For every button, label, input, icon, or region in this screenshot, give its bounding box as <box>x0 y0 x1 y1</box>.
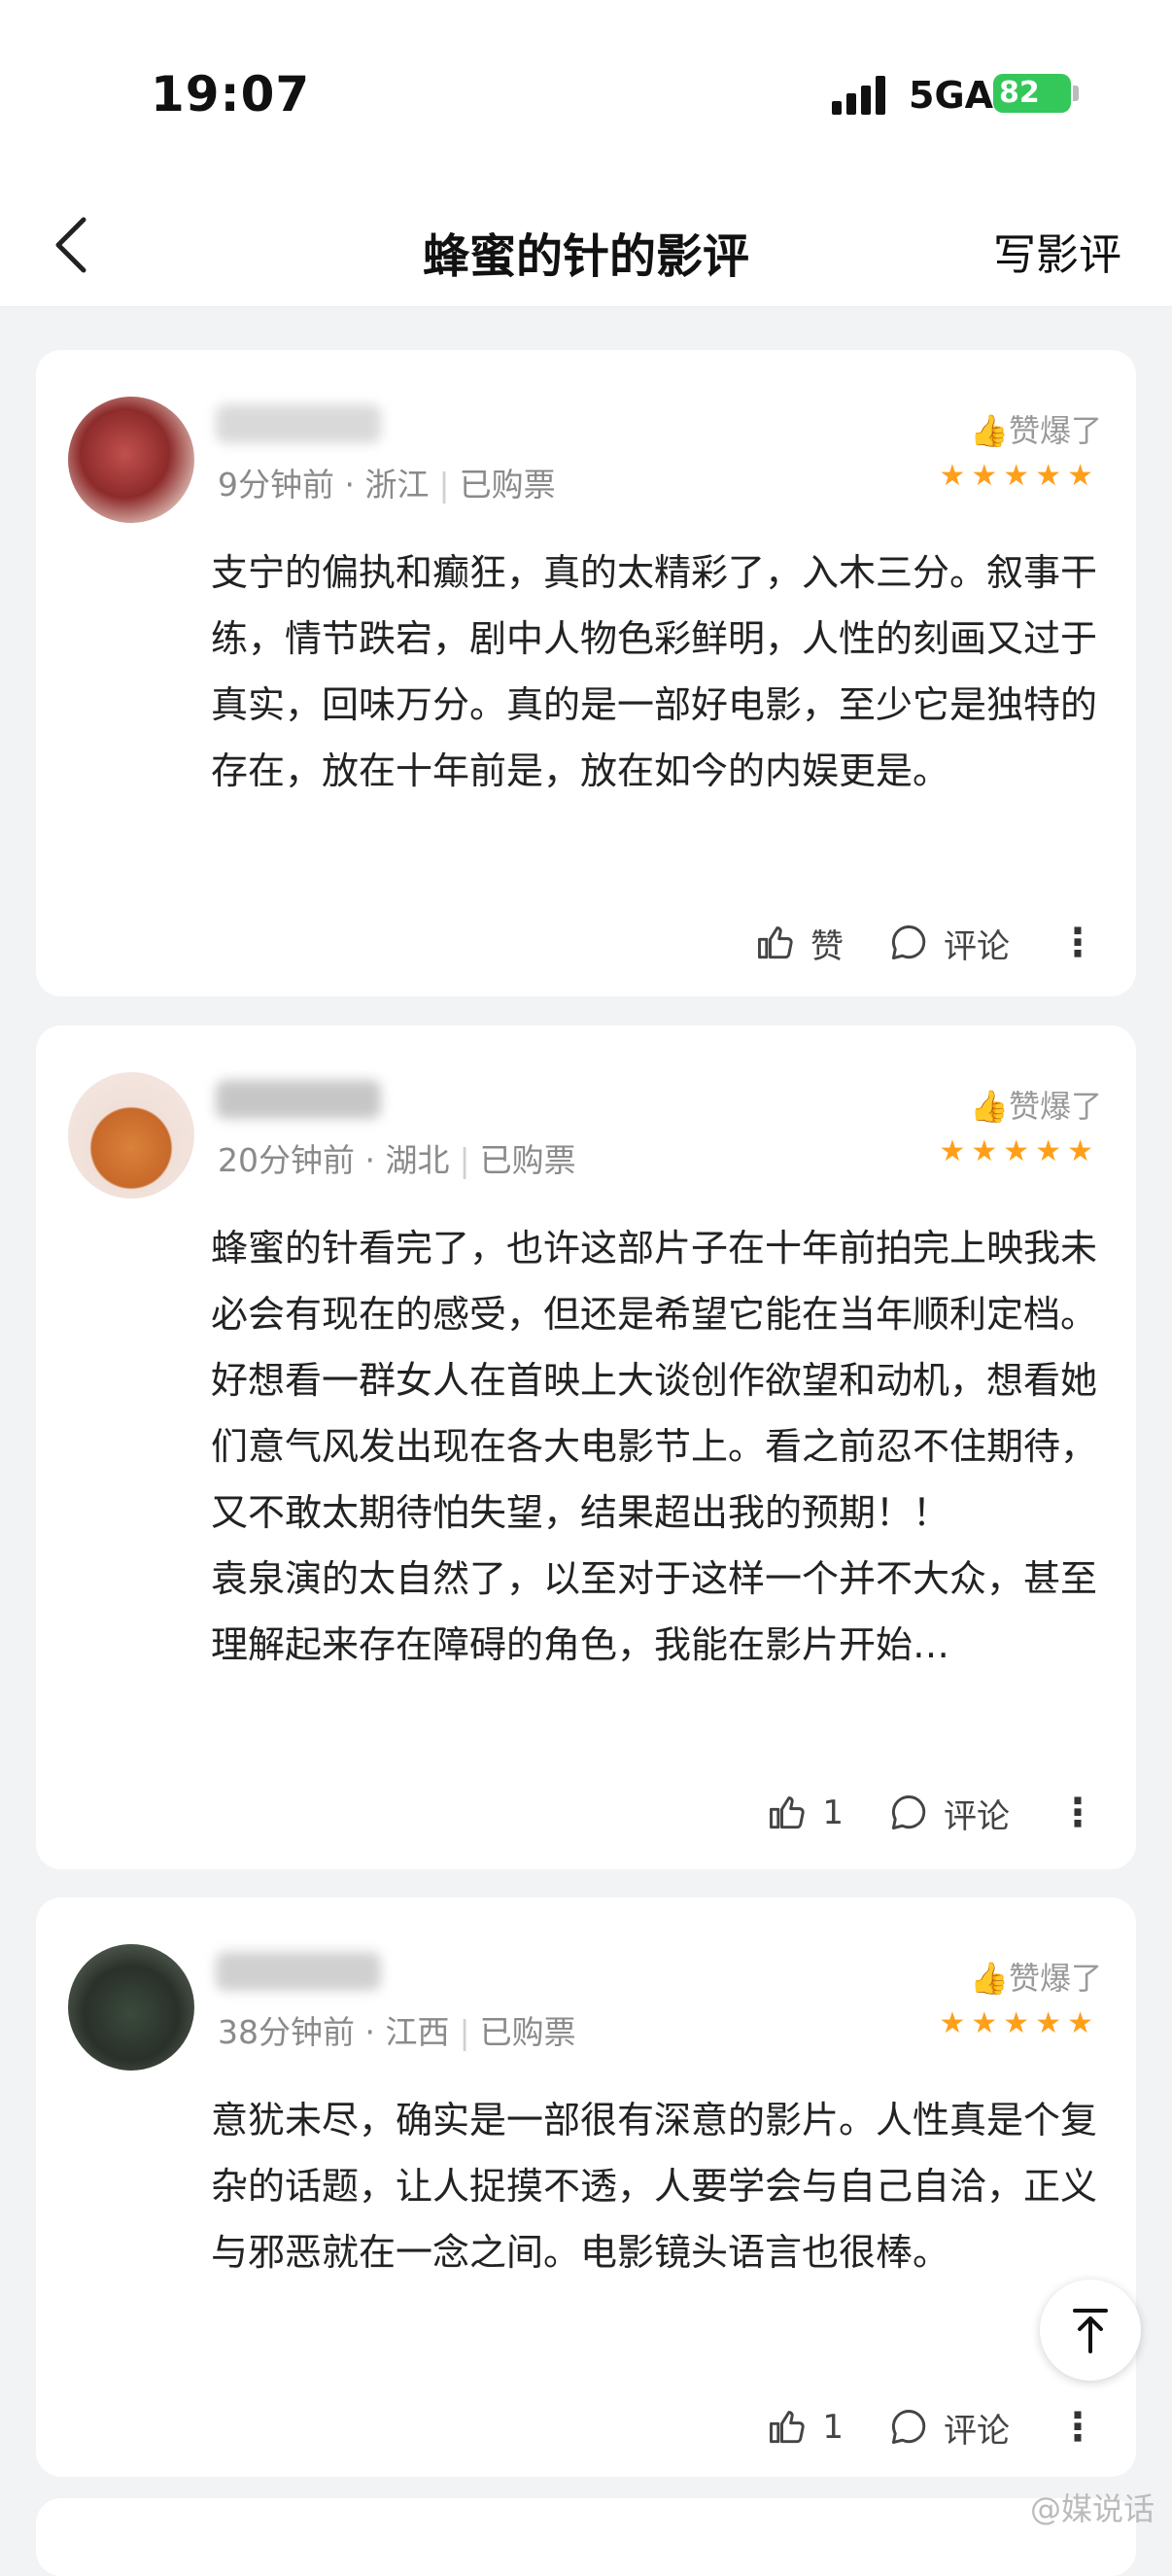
review-location: 江西 <box>385 2013 450 2051</box>
praise-badge: 👍赞爆了 <box>970 406 1102 451</box>
review-card: 9分钟前 · 浙江 | 已购票 👍赞爆了 ★★★★★ 支宁的偏执和癫狂，真的太精彩了… <box>36 350 1136 996</box>
more-icon[interactable]: ⋮ <box>1058 1793 1097 1832</box>
like-button[interactable]: 1 <box>766 1792 844 1834</box>
thumbs-up-icon: 👍 <box>970 1960 1009 1997</box>
comment-icon <box>891 2410 926 2445</box>
battery-level: 82 <box>999 76 1040 110</box>
review-location: 湖北 <box>385 1141 450 1179</box>
ticket-status: 已购票 <box>479 1141 576 1179</box>
review-card: 38分钟前 · 江西 | 已购票 👍赞爆了 ★★★★★ 意犹未尽，确实是一部很有深意… <box>36 1897 1136 2477</box>
praise-badge: 👍赞爆了 <box>970 1954 1102 1999</box>
battery-icon: 82 <box>993 74 1071 113</box>
status-bar: 19:07 5GA 82 <box>0 0 1172 185</box>
praise-label: 赞爆了 <box>1008 412 1102 449</box>
review-actions: 赞 评论 ⋮ <box>710 914 1097 972</box>
username-blurred[interactable] <box>216 1080 381 1119</box>
review-text-continued: 袁泉演的太自然了，以至对于这样一个并不大众，甚至理解起来存在障碍的角色，我能在影… <box>211 1557 1098 1666</box>
review-time: 38分钟前 <box>218 2013 355 2051</box>
write-review-button[interactable]: 写影评 <box>993 220 1121 282</box>
review-content[interactable]: 意犹未尽，确实是一部很有深意的影片。人性真是个复杂的话题，让人捉摸不透，人要学会… <box>211 2087 1105 2285</box>
review-content[interactable]: 支宁的偏执和癫狂，真的太精彩了，入木三分。叙事干练，情节跌宕，剧中人物色彩鲜明，… <box>211 540 1105 804</box>
watermark: @媒说话 <box>1029 2490 1155 2527</box>
arrow-up-icon <box>1073 2309 1108 2353</box>
more-icon[interactable]: ⋮ <box>1058 923 1097 962</box>
avatar[interactable] <box>68 1944 194 2071</box>
comment-button[interactable]: 评论 <box>887 2404 1010 2452</box>
review-card-partial <box>36 2498 1136 2576</box>
username-blurred[interactable] <box>216 404 381 443</box>
review-meta: 9分钟前 · 浙江 | 已购票 <box>218 466 556 504</box>
thumbs-up-icon: 👍 <box>970 412 1009 449</box>
review-content[interactable]: 蜂蜜的针看完了，也许这部片子在十年前拍完上映我未必会有现在的感受，但还是希望它能… <box>211 1215 1105 1678</box>
like-count: 1 <box>822 1793 844 1832</box>
comment-button[interactable]: 评论 <box>887 920 1010 967</box>
review-card: 20分钟前 · 湖北 | 已购票 👍赞爆了 ★★★★★ 蜂蜜的针看完了，也许这部片子… <box>36 1026 1136 1869</box>
scroll-top-button[interactable] <box>1040 2280 1141 2381</box>
thumbs-up-icon: 👍 <box>970 1088 1009 1125</box>
like-label: 赞 <box>810 926 844 966</box>
thumbs-up-icon <box>770 2411 805 2444</box>
praise-label: 赞爆了 <box>1008 1960 1102 1997</box>
review-meta: 20分钟前 · 湖北 | 已购票 <box>218 1141 576 1179</box>
comment-button[interactable]: 评论 <box>887 1790 1010 1837</box>
review-actions: 1 评论 ⋮ <box>722 1784 1097 1842</box>
rating-stars: ★★★★★ <box>939 1134 1099 1168</box>
status-time: 19:07 <box>151 66 311 122</box>
like-count: 1 <box>822 2408 844 2447</box>
thumbs-up-icon <box>770 1796 805 1829</box>
review-actions: 1 评论 ⋮ <box>722 2398 1097 2456</box>
rating-stars: ★★★★★ <box>939 2006 1099 2040</box>
battery-tip <box>1073 86 1079 101</box>
nav-bar: 蜂蜜的针的影评 写影评 <box>0 185 1172 307</box>
review-text: 支宁的偏执和癫狂，真的太精彩了，入木三分。叙事干练，情节跌宕，剧中人物色彩鲜明，… <box>211 551 1098 792</box>
comment-label: 评论 <box>944 1796 1010 1836</box>
review-meta: 38分钟前 · 江西 | 已购票 <box>218 2013 576 2051</box>
signal-icon <box>832 76 890 115</box>
comment-label: 评论 <box>944 926 1010 966</box>
thumbs-up-icon <box>758 926 793 959</box>
rating-stars: ★★★★★ <box>939 459 1099 493</box>
avatar[interactable] <box>68 1072 194 1199</box>
praise-label: 赞爆了 <box>1008 1088 1102 1125</box>
review-text: 蜂蜜的针看完了，也许这部片子在十年前拍完上映我未必会有现在的感受，但还是希望它能… <box>211 1227 1098 1534</box>
ticket-status: 已购票 <box>459 466 556 504</box>
more-icon[interactable]: ⋮ <box>1058 2408 1097 2447</box>
like-button[interactable]: 赞 <box>754 920 844 967</box>
username-blurred[interactable] <box>216 1952 381 1991</box>
comment-label: 评论 <box>944 2411 1010 2451</box>
comment-icon <box>891 1795 926 1830</box>
avatar[interactable] <box>68 397 194 523</box>
network-label: 5GA <box>909 74 994 117</box>
praise-badge: 👍赞爆了 <box>970 1082 1102 1127</box>
review-text: 意犹未尽，确实是一部很有深意的影片。人性真是个复杂的话题，让人捉摸不透，人要学会… <box>211 2099 1098 2274</box>
ticket-status: 已购票 <box>479 2013 576 2051</box>
review-time: 9分钟前 <box>218 466 334 504</box>
review-time: 20分钟前 <box>218 1141 355 1179</box>
comment-icon <box>891 925 926 960</box>
review-location: 浙江 <box>364 466 430 504</box>
like-button[interactable]: 1 <box>766 2406 844 2449</box>
